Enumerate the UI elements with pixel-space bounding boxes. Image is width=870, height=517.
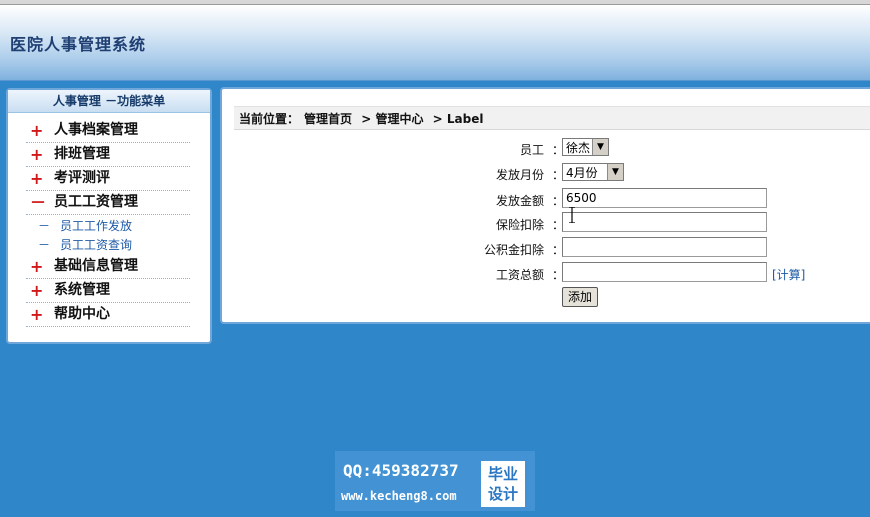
menu-item-label: 考评测评	[54, 170, 110, 186]
submit-row: 添加	[222, 287, 870, 309]
menu-item-label: 人事档案管理	[54, 122, 138, 138]
menu-list: + 人事档案管理 + 排班管理 + 考评测评 － 员工工资管理 － 员工工作发放 …	[8, 119, 210, 327]
collapse-minus-icon: －	[30, 193, 47, 212]
insurance-label: 保险扣除	[495, 218, 544, 232]
month-select-value: 4月份	[566, 166, 598, 180]
employee-label: 员工	[519, 143, 544, 157]
menu-header: 人事管理 －功能菜单	[8, 90, 210, 113]
employee-select[interactable]: 徐杰 ▼	[562, 138, 609, 156]
fund-input[interactable]	[562, 237, 767, 257]
expand-plus-icon: +	[30, 169, 44, 188]
menu-item-salary-management[interactable]: － 员工工资管理	[26, 191, 190, 215]
menu-item-system[interactable]: + 系统管理	[26, 279, 190, 303]
month-select[interactable]: 4月份 ▼	[562, 163, 624, 181]
submenu-label: 员工工作发放	[60, 219, 133, 233]
badge-line-1: 毕业	[487, 465, 518, 483]
app-title: 医院人事管理系统	[10, 35, 147, 54]
menu-item-label: 系统管理	[54, 282, 110, 298]
add-button[interactable]: 添加	[562, 287, 598, 307]
calculate-link[interactable]: [计算]	[772, 266, 805, 283]
amount-input[interactable]: 6500	[562, 188, 767, 208]
watermark: QQ:459382737 www.kecheng8.com 毕业 设计	[335, 451, 535, 511]
text-cursor-icon	[569, 207, 575, 223]
dropdown-arrow-icon: ▼	[607, 164, 623, 180]
function-menu: 人事管理 －功能菜单 + 人事档案管理 + 排班管理 + 考评测评 － 员工工资…	[6, 88, 212, 344]
menu-item-help[interactable]: + 帮助中心	[26, 303, 190, 327]
amount-row: 发放金额 ： 6500	[222, 188, 870, 211]
expand-plus-icon: +	[30, 121, 44, 140]
breadcrumb-home-link[interactable]: 管理首页	[304, 112, 352, 126]
expand-plus-icon: +	[30, 281, 44, 300]
breadcrumb: 当前位置： 管理首页 > 管理中心 > Label	[234, 106, 870, 130]
menu-item-personnel-files[interactable]: + 人事档案管理	[26, 119, 190, 143]
watermark-badge: 毕业 设计	[481, 461, 525, 507]
breadcrumb-admin-center[interactable]: > 管理中心	[361, 112, 423, 126]
total-row: 工资总额 ： [计算]	[222, 262, 870, 285]
salary-submenu: － 员工工作发放 － 员工工资查询	[8, 215, 210, 255]
menu-item-basic-info[interactable]: + 基础信息管理	[26, 255, 190, 279]
menu-item-label: 排班管理	[54, 146, 110, 162]
menu-item-scheduling[interactable]: + 排班管理	[26, 143, 190, 167]
submenu-salary-query[interactable]: － 员工工资查询	[38, 236, 210, 255]
dropdown-arrow-icon: ▼	[592, 139, 608, 155]
fund-row: 公积金扣除 ：	[222, 237, 870, 260]
watermark-qq: QQ:459382737	[343, 461, 459, 480]
employee-row: 员工 ： 徐杰 ▼	[222, 138, 870, 160]
breadcrumb-current: > Label	[432, 112, 484, 126]
submenu-label: 员工工资查询	[60, 238, 133, 252]
dash-icon: －	[38, 238, 51, 252]
watermark-url: www.kecheng8.com	[341, 489, 457, 503]
menu-item-evaluation[interactable]: + 考评测评	[26, 167, 190, 191]
badge-line-2: 设计	[487, 485, 518, 503]
main-panel: 当前位置： 管理首页 > 管理中心 > Label 员工 ： 徐杰 ▼ 发放月份 …	[220, 87, 870, 324]
expand-plus-icon: +	[30, 257, 44, 276]
menu-item-label: 基础信息管理	[54, 258, 138, 274]
total-input[interactable]	[562, 262, 767, 282]
menu-item-label: 员工工资管理	[54, 194, 138, 210]
expand-plus-icon: +	[30, 145, 44, 164]
amount-label: 发放金额	[495, 194, 544, 208]
total-label: 工资总额	[495, 268, 544, 282]
dash-icon: －	[38, 219, 51, 233]
submenu-salary-payment[interactable]: － 员工工作发放	[38, 217, 210, 236]
fund-label: 公积金扣除	[483, 243, 544, 257]
app-header: 医院人事管理系统	[0, 5, 870, 81]
menu-item-label: 帮助中心	[54, 306, 110, 322]
month-row: 发放月份 ： 4月份 ▼	[222, 163, 870, 185]
month-label: 发放月份	[495, 168, 544, 182]
employee-select-value: 徐杰	[566, 141, 591, 155]
expand-plus-icon: +	[30, 305, 44, 324]
insurance-input[interactable]	[562, 212, 767, 232]
insurance-row: 保险扣除 ：	[222, 212, 870, 235]
breadcrumb-prefix: 当前位置：	[239, 112, 300, 126]
